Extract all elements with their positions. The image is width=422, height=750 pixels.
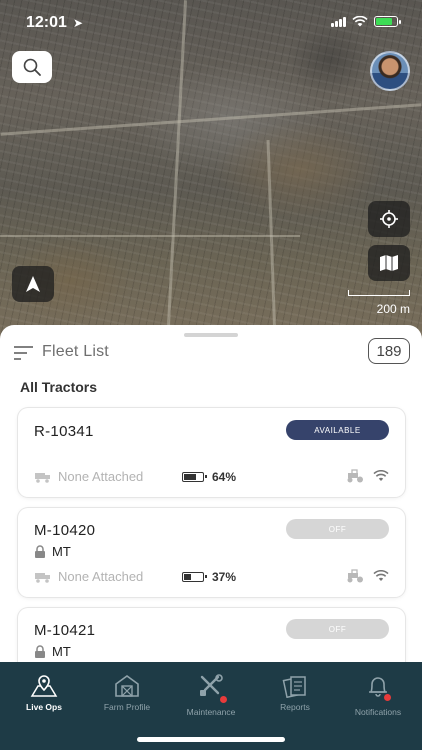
search-icon: [23, 58, 41, 76]
satellite-map[interactable]: 12:01 ➤ 200 m: [0, 0, 422, 345]
tractor-id: R-10341: [34, 423, 94, 440]
tab-label: Reports: [280, 702, 310, 712]
home-indicator[interactable]: [137, 737, 285, 742]
battery-fill: [184, 474, 196, 480]
tab-maintenance[interactable]: Maintenance: [169, 674, 253, 717]
lock-status: MT: [34, 544, 71, 559]
status-bar: 12:01 ➤: [0, 10, 422, 34]
status-pill: AVAILABLE: [286, 420, 389, 440]
attachment-label: None Attached: [58, 469, 144, 484]
tractor-card[interactable]: M-10421 OFF MT: [18, 608, 405, 665]
reports-icon: [282, 676, 306, 698]
tools-icon: [200, 674, 223, 696]
tab-label: Farm Profile: [103, 702, 151, 712]
tab-label: Live Ops: [26, 702, 62, 712]
section-label-all-tractors: All Tractors: [20, 379, 98, 395]
locate-me-button[interactable]: [368, 201, 410, 237]
notifications-alert-dot: [384, 694, 391, 701]
wifi-signal-icon: [373, 570, 389, 581]
lock-status: MT: [34, 644, 71, 659]
crosshair-icon: [380, 210, 398, 228]
sheet-drag-handle[interactable]: [184, 333, 238, 337]
maintenance-alert-dot: [220, 696, 227, 703]
fleet-list-title: Fleet List: [42, 343, 109, 360]
trailer-icon: [35, 472, 50, 483]
lock-label: MT: [52, 644, 71, 659]
folded-map-icon: [380, 255, 398, 271]
battery-percent: 37%: [212, 570, 237, 584]
map-layers-button[interactable]: [368, 245, 410, 281]
wifi-signal-icon: [373, 470, 389, 481]
battery-status: 37%: [182, 570, 236, 584]
barn-icon: [115, 675, 139, 697]
battery-icon: [374, 16, 401, 27]
filter-sort-icon[interactable]: [12, 343, 36, 363]
attachment-label: None Attached: [58, 569, 144, 584]
scale-bar: [348, 290, 410, 296]
map-road: [266, 140, 277, 340]
tab-label: Notifications: [354, 707, 402, 717]
fleet-list-sheet[interactable]: Fleet List 189 All Tractors R-10341 AVAI…: [0, 325, 422, 665]
navigation-arrow-icon: [26, 276, 40, 292]
attachment-status: None Attached: [34, 469, 143, 484]
tractor-card[interactable]: R-10341 AVAILABLE None Attached 64%: [18, 408, 405, 497]
status-icons: [331, 16, 401, 27]
wifi-icon: [352, 16, 368, 27]
tractor-card[interactable]: M-10420 OFF MT None Attached 37%: [18, 508, 405, 597]
profile-avatar[interactable]: [370, 51, 410, 91]
tab-reports[interactable]: Reports: [253, 674, 337, 712]
status-pill: OFF: [286, 519, 389, 539]
navigation-mode-button[interactable]: [12, 266, 54, 302]
lock-label: MT: [52, 544, 71, 559]
search-button[interactable]: [12, 51, 52, 83]
bottom-tab-bar: Live Ops Farm Profile Maintenance Report…: [0, 662, 422, 750]
tab-farm-profile[interactable]: Farm Profile: [85, 674, 169, 712]
tractor-id: M-10420: [34, 522, 96, 539]
connectivity-status: [345, 469, 389, 483]
tractor-icon: [347, 469, 363, 483]
notifications-icon-wrap: [364, 674, 392, 703]
maintenance-icon-wrap: [197, 674, 227, 703]
lock-icon: [35, 545, 45, 558]
tab-notifications[interactable]: Notifications: [336, 674, 420, 717]
trailer-icon: [35, 572, 50, 583]
battery-level-icon: [182, 572, 207, 582]
battery-percent: 64%: [212, 470, 237, 484]
map-pin-icon: [30, 675, 58, 697]
fleet-count-badge: 189: [368, 338, 410, 364]
scale-label: 200 m: [376, 302, 410, 316]
fleet-list-header: Fleet List 189: [0, 338, 422, 371]
tab-live-ops[interactable]: Live Ops: [2, 674, 86, 712]
battery-level-icon: [182, 472, 207, 482]
signal-icon: [331, 16, 346, 27]
battery-status: 64%: [182, 470, 236, 484]
tab-label: Maintenance: [186, 707, 236, 717]
map-scale: 200 m: [348, 290, 410, 316]
battery-fill: [184, 574, 191, 580]
map-road: [0, 103, 422, 136]
location-arrow-icon: ➤: [73, 16, 84, 30]
connectivity-status: [345, 569, 389, 583]
status-pill: OFF: [286, 619, 389, 639]
tractor-id: M-10421: [34, 622, 96, 639]
lock-icon: [35, 645, 45, 658]
clock: 12:01: [26, 14, 67, 31]
map-road: [165, 0, 188, 345]
attachment-status: None Attached: [34, 569, 143, 584]
map-road: [0, 235, 300, 237]
tractor-icon: [347, 569, 363, 583]
